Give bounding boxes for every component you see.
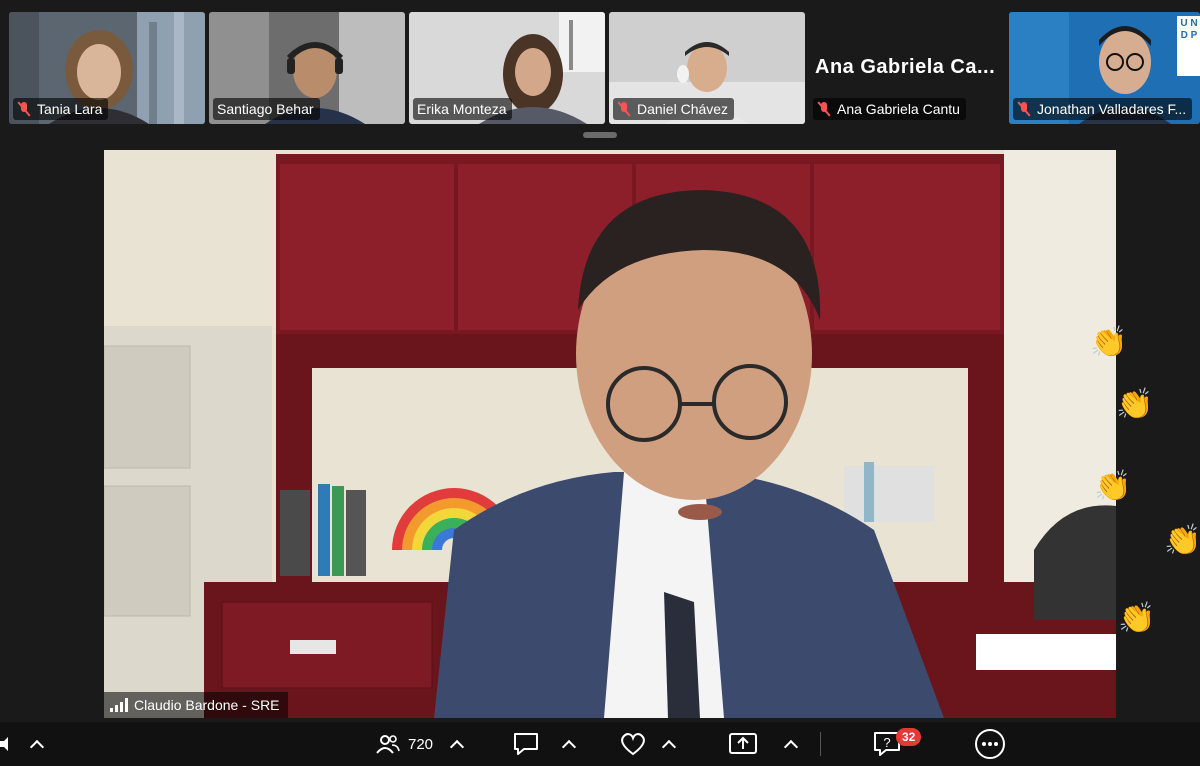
participant-name: Santiago Behar [217, 101, 314, 117]
participant-tile[interactable]: Santiago Behar [209, 12, 405, 124]
svg-text:?: ? [883, 735, 890, 750]
participant-name: Jonathan Valladares F... [1037, 101, 1187, 117]
audio-button[interactable] [0, 722, 10, 766]
chevron-up-icon [783, 739, 799, 755]
mic-muted-icon [817, 101, 831, 117]
chat-button[interactable] [512, 722, 540, 766]
participant-name-tag: Jonathan Valladares F... [1013, 98, 1193, 120]
clap-reaction-icon: 👏 [1094, 470, 1132, 503]
meeting-toolbar: 720 ? 32 [0, 722, 1200, 766]
clap-reaction-icon: 👏 [1164, 524, 1200, 557]
gallery-resize-handle[interactable] [583, 132, 617, 138]
chevron-up-icon [661, 739, 677, 755]
participant-name: Tania Lara [37, 101, 103, 117]
reactions-button[interactable] [618, 722, 648, 766]
share-screen-button[interactable] [728, 722, 758, 766]
mic-muted-icon [617, 101, 631, 117]
participant-tile[interactable]: U N D P Jonathan Valladares F... [1009, 12, 1200, 124]
qa-count-badge: 32 [896, 728, 922, 746]
undp-logo: U N D P [1180, 18, 1198, 41]
share-options-chevron[interactable] [783, 722, 799, 766]
chevron-up-icon [29, 739, 45, 755]
participants-button[interactable]: 720 [376, 722, 433, 766]
clap-reaction-icon: 👏 [1116, 388, 1154, 421]
participant-name-tag: Daniel Chávez [613, 98, 735, 120]
participant-tile[interactable]: Daniel Chávez [609, 12, 805, 124]
active-speaker-name: Claudio Bardone - SRE [134, 697, 280, 713]
participant-tile[interactable]: Tania Lara [9, 12, 205, 124]
reactions-options-chevron[interactable] [661, 722, 677, 766]
participant-tile[interactable]: Ana Gabriela Ca... Ana Gabriela Cantu [809, 12, 1005, 124]
participant-name-tag: Tania Lara [13, 98, 109, 120]
participant-name-tag: Ana Gabriela Cantu [813, 98, 966, 120]
share-screen-icon [729, 733, 757, 754]
participant-tile[interactable]: Erika Monteza [409, 12, 605, 124]
more-button[interactable] [974, 722, 1006, 766]
qa-button[interactable]: ? [872, 722, 902, 766]
connection-signal-icon [110, 698, 128, 712]
active-speaker-name-tag: Claudio Bardone - SRE [104, 692, 288, 718]
active-speaker-video[interactable]: Claudio Bardone - SRE [104, 150, 1116, 718]
chevron-up-icon [561, 739, 577, 755]
clap-reaction-icon: 👏 [1090, 326, 1128, 359]
participant-gallery-strip: Tania Lara Santiago Behar Erika Monteza … [0, 0, 1200, 130]
participant-name: Erika Monteza [417, 101, 507, 117]
speaker-icon [0, 737, 8, 751]
mic-muted-icon [1017, 101, 1031, 117]
chevron-up-icon [449, 739, 465, 755]
chat-options-chevron[interactable] [561, 722, 577, 766]
audio-options-chevron[interactable] [29, 722, 45, 766]
mic-muted-icon [17, 101, 31, 117]
participant-name: Ana Gabriela Cantu [837, 101, 960, 117]
clap-reaction-icon: 👏 [1118, 602, 1156, 635]
participants-options-chevron[interactable] [449, 722, 465, 766]
speaker-video-feed [104, 150, 1116, 718]
participant-display-name: Ana Gabriela Ca... [815, 56, 996, 78]
participants-count: 720 [408, 735, 434, 753]
heart-icon [621, 733, 645, 756]
chat-icon [514, 733, 538, 755]
more-options-icon [975, 729, 1005, 759]
participant-name-tag: Santiago Behar [213, 98, 320, 120]
toolbar-divider [820, 732, 821, 756]
participants-icon [376, 735, 400, 754]
participant-name: Daniel Chávez [637, 101, 729, 117]
participant-name-tag: Erika Monteza [413, 98, 513, 120]
